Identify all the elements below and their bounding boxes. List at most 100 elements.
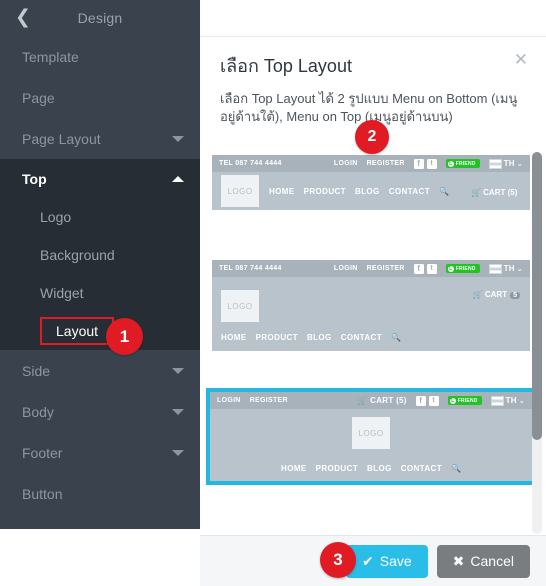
nav-home[interactable]: HOME: [269, 187, 295, 196]
modal-footer: ✔ Save ✖ Cancel: [200, 535, 546, 586]
close-icon[interactable]: ✕: [514, 51, 528, 68]
twitter-icon[interactable]: t: [426, 263, 437, 274]
sidebar-subitem-label: Layout: [40, 317, 115, 345]
nav-home[interactable]: HOME: [281, 464, 307, 473]
flag-icon: [488, 263, 502, 274]
line-icon: L: [447, 265, 454, 272]
nav-contact[interactable]: CONTACT: [341, 333, 382, 342]
language-label[interactable]: TH: [506, 396, 517, 405]
sidebar-item-label: Side: [22, 362, 51, 379]
sidebar-item-logo[interactable]: Logo: [0, 198, 200, 236]
sidebar-subitem-label: Logo: [40, 209, 72, 225]
login-link[interactable]: LOGIN: [217, 397, 241, 404]
card2-main-row: LOGO 🛒 CART 5 HOME PRODUCT BLOG CONTACT 🔍: [212, 277, 530, 351]
chevron-down-icon: ⌄: [518, 397, 525, 405]
nav-blog[interactable]: BLOG: [355, 187, 380, 196]
step-badge-2: 2: [355, 120, 389, 154]
sidebar-header: ❮ Design: [0, 0, 200, 36]
login-link[interactable]: LOGIN: [334, 160, 358, 167]
friend-label: FRIEND: [457, 397, 478, 404]
sidebar-item-template[interactable]: Template: [0, 36, 200, 77]
card2-cart[interactable]: 🛒 CART 5: [473, 284, 520, 302]
layout-option-menu-on-bottom-stacked[interactable]: TEL 087 744 4444 LOGIN REGISTER f t L FR…: [212, 260, 530, 351]
language-label[interactable]: TH: [504, 159, 515, 168]
cart-count-badge: 5: [510, 292, 520, 299]
login-link[interactable]: LOGIN: [334, 265, 358, 272]
layout-option-menu-on-bottom-inline[interactable]: TEL 087 744 4444 LOGIN REGISTER f t L FR…: [212, 155, 530, 210]
logo-placeholder: LOGO: [221, 290, 259, 322]
line-friend-badge[interactable]: L FRIEND: [445, 264, 480, 273]
sidebar-item-label: Body: [22, 403, 54, 420]
card2-nav: HOME PRODUCT BLOG CONTACT 🔍: [221, 333, 401, 342]
cart-label: CART: [484, 290, 508, 299]
line-icon: L: [447, 160, 454, 167]
line-friend-badge[interactable]: L FRIEND: [447, 396, 482, 405]
flag-icon: [488, 158, 502, 169]
nav-contact[interactable]: CONTACT: [389, 187, 430, 196]
facebook-icon[interactable]: f: [415, 395, 426, 406]
nav-blog[interactable]: BLOG: [307, 333, 332, 342]
cart-label: CART (5): [370, 396, 407, 405]
sidebar: ❮ Design Template Page Page Layout Top L…: [0, 0, 200, 529]
twitter-icon[interactable]: t: [426, 158, 437, 169]
sidebar-item-footer[interactable]: Footer: [0, 432, 200, 473]
chevron-down-icon: ⌄: [516, 265, 523, 273]
sidebar-subitem-label: Widget: [40, 285, 84, 301]
cart-icon-label: 🛒 CART (5): [470, 188, 518, 197]
nav-product[interactable]: PRODUCT: [304, 187, 346, 196]
step-badge-1: 1: [106, 318, 143, 355]
top-layout-modal: เลือก Top Layout ✕ เลือก Top Layout ได้ …: [200, 0, 546, 586]
chevron-down-icon: ⌄: [516, 160, 523, 168]
sidebar-subitem-label: Background: [40, 247, 115, 263]
facebook-icon[interactable]: f: [413, 158, 424, 169]
register-link[interactable]: REGISTER: [367, 265, 405, 272]
chevron-down-icon: [172, 135, 184, 142]
sidebar-item-layout[interactable]: Layout: [0, 312, 200, 350]
logo-placeholder: LOGO: [221, 175, 259, 207]
sidebar-item-label: Page Layout: [22, 130, 101, 147]
search-icon[interactable]: 🔍: [391, 333, 401, 342]
nav-product[interactable]: PRODUCT: [316, 464, 358, 473]
nav-product[interactable]: PRODUCT: [256, 333, 298, 342]
card1-top-bar: TEL 087 744 4444 LOGIN REGISTER f t L FR…: [212, 155, 530, 172]
nav-contact[interactable]: CONTACT: [401, 464, 442, 473]
flag-icon: [490, 395, 504, 406]
cancel-button[interactable]: ✖ Cancel: [436, 544, 530, 578]
sidebar-item-page[interactable]: Page: [0, 77, 200, 118]
sidebar-item-widget[interactable]: Widget: [0, 274, 200, 312]
twitter-icon[interactable]: t: [428, 395, 439, 406]
language-label[interactable]: TH: [504, 264, 515, 273]
layout-card-list: TEL 087 744 4444 LOGIN REGISTER f t L FR…: [200, 150, 546, 535]
layout-option-menu-on-top-centered[interactable]: LOGIN REGISTER 🛒 CART (5) f t L FRIEND T…: [206, 388, 536, 485]
nav-blog[interactable]: BLOG: [367, 464, 392, 473]
cart-icon-label: 🛒 CART 5: [473, 290, 520, 299]
card2-top-bar: TEL 087 744 4444 LOGIN REGISTER f t L FR…: [212, 260, 530, 277]
sidebar-item-background[interactable]: Background: [0, 236, 200, 274]
sidebar-item-button[interactable]: Button: [0, 473, 200, 514]
line-friend-badge[interactable]: L FRIEND: [445, 159, 480, 168]
card3-main-row: LOGO HOME PRODUCT BLOG CONTACT 🔍: [210, 409, 532, 481]
register-link[interactable]: REGISTER: [250, 397, 288, 404]
step-badge-3: 3: [320, 542, 356, 578]
chevron-down-icon: [172, 367, 184, 374]
modal-header: เลือก Top Layout ✕ เลือก Top Layout ได้ …: [200, 37, 546, 125]
scrollbar-thumb[interactable]: [532, 152, 542, 440]
check-icon: ✔: [362, 552, 374, 569]
sidebar-item-top[interactable]: Top: [0, 159, 200, 198]
phone-label: TEL 087 744 4444: [219, 160, 282, 167]
card1-cart[interactable]: 🛒 CART (5): [471, 182, 517, 200]
search-icon[interactable]: 🔍: [439, 187, 449, 196]
search-icon[interactable]: 🔍: [451, 464, 461, 473]
register-link[interactable]: REGISTER: [367, 160, 405, 167]
sidebar-item-page-layout[interactable]: Page Layout: [0, 118, 200, 159]
chevron-left-icon[interactable]: ❮: [10, 4, 36, 30]
facebook-icon[interactable]: f: [413, 263, 424, 274]
card3-cart[interactable]: 🛒 CART (5): [357, 396, 406, 405]
left-gutter: [0, 529, 200, 586]
card1-main-row: LOGO HOME PRODUCT BLOG CONTACT 🔍 🛒 CART …: [212, 172, 530, 210]
sidebar-item-side[interactable]: Side: [0, 350, 200, 391]
sidebar-item-body[interactable]: Body: [0, 391, 200, 432]
save-button[interactable]: ✔ Save: [346, 544, 428, 578]
card3-nav: HOME PRODUCT BLOG CONTACT 🔍: [281, 464, 461, 473]
nav-home[interactable]: HOME: [221, 333, 247, 342]
